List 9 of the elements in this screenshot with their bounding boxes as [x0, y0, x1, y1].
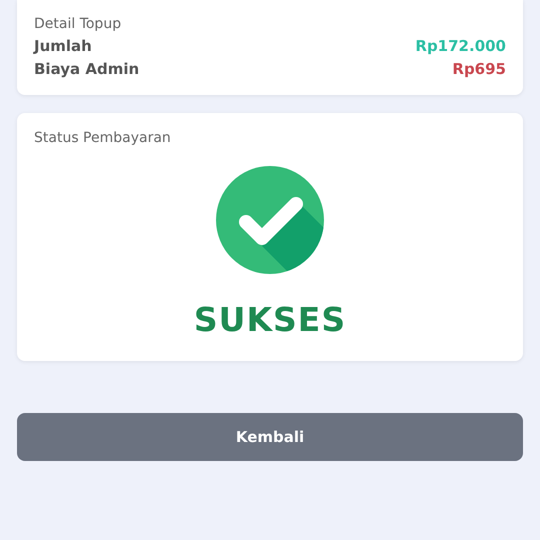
row-value: Rp695 [452, 60, 506, 78]
card-title: Status Pembayaran [34, 130, 172, 146]
row-label: Biaya Admin [34, 60, 140, 78]
check-circle-icon [216, 166, 324, 274]
card-title: Detail Topup [34, 16, 122, 32]
back-button[interactable]: Kembali [17, 413, 523, 461]
status-text: SUKSES [194, 300, 346, 339]
row-value: Rp172.000 [415, 37, 506, 55]
row-label: Jumlah [34, 37, 92, 55]
